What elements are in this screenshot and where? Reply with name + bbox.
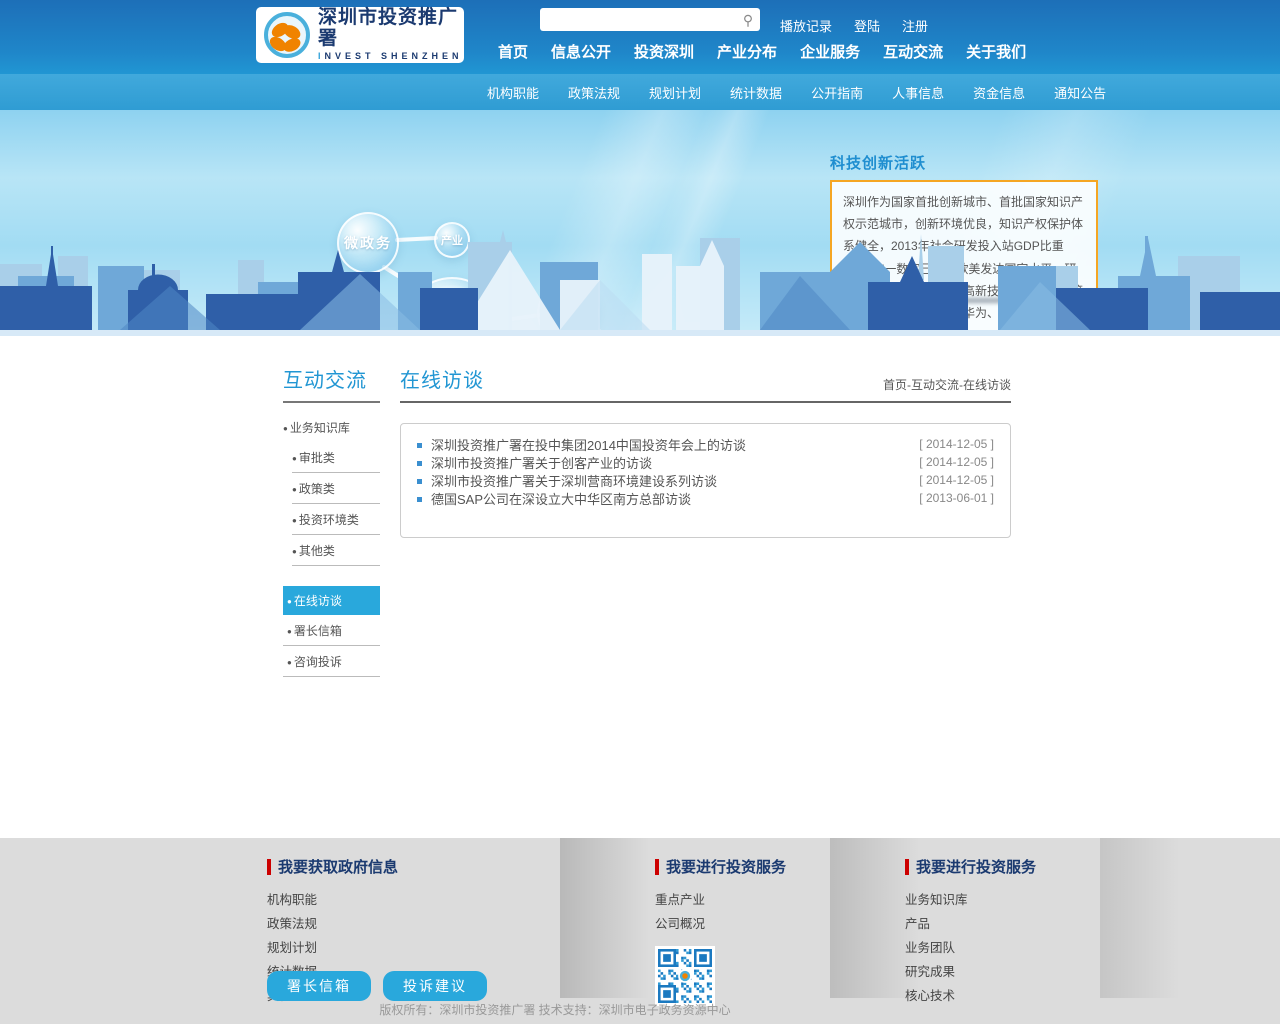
- logo-subtitle: INVEST SHENZHEN: [318, 52, 464, 62]
- content-area: 互动交流 ●业务知识库 ●审批类 ●政策类 ●投资环境类 ●其他类 ●在线访谈 …: [0, 336, 1280, 838]
- page-title: 在线访谈: [400, 364, 484, 393]
- hero-banner: 微政务 产业 创客 微教育 科技 ✈ 科技创新活跃 深圳作为国家首批创新城市、首…: [0, 110, 1280, 336]
- search-bar: ⚲: [540, 8, 760, 31]
- header: 深圳市投资推广署 INVEST SHENZHEN ⚲ 播放记录 登陆 注册 首页…: [0, 0, 1280, 74]
- login-link[interactable]: 登陆: [854, 16, 880, 35]
- nav-info-disclosure[interactable]: 信息公开: [551, 41, 611, 62]
- director-mailbox-button[interactable]: 署长信箱: [267, 971, 371, 1001]
- bullet-icon: [417, 479, 422, 484]
- footer-col-title: 我要获取政府信息: [278, 856, 398, 877]
- footer-link-products[interactable]: 产品: [905, 913, 1036, 932]
- footer-link-plans[interactable]: 规划计划: [267, 937, 398, 956]
- list-item: 深圳市投资推广署关于创客产业的访谈 [ 2014-12-05 ]: [417, 453, 994, 471]
- account-links: 播放记录 登陆 注册: [780, 16, 928, 35]
- feature-title: 科技创新活跃: [830, 152, 1098, 173]
- sidebar-item-consult-complaint[interactable]: ●咨询投诉: [283, 646, 380, 677]
- article-link[interactable]: 深圳市投资推广署关于深圳营商环境建设系列访谈: [417, 471, 717, 490]
- sidebar-item-approval[interactable]: ●审批类: [292, 442, 380, 473]
- subnav-functions[interactable]: 机构职能: [487, 83, 539, 102]
- play-history-link[interactable]: 播放记录: [780, 16, 832, 35]
- qr-code: [655, 946, 715, 1006]
- footer: 我要获取政府信息 机构职能 政策法规 规划计划 统计数据 其他 我要进行投资服务…: [0, 838, 1280, 1024]
- list-item: 深圳投资推广署在投中集团2014中国投资年会上的访谈 [ 2014-12-05 …: [417, 435, 994, 453]
- footer-col-invest-service-1: 我要进行投资服务 重点产业 公司概况: [655, 856, 786, 1006]
- red-bar-icon: [655, 859, 659, 875]
- article-list: 深圳投资推广署在投中集团2014中国投资年会上的访谈 [ 2014-12-05 …: [400, 423, 1011, 538]
- breadcrumb[interactable]: 首页-互动交流-在线访谈: [883, 376, 1011, 393]
- nav-home[interactable]: 首页: [498, 41, 528, 62]
- secondary-nav: 机构职能 政策法规 规划计划 统计数据 公开指南 人事信息 资金信息 通知公告: [0, 74, 1280, 110]
- footer-link-functions[interactable]: 机构职能: [267, 889, 398, 908]
- logo-title: 深圳市投资推广署: [318, 8, 464, 50]
- nav-invest-shenzhen[interactable]: 投资深圳: [634, 41, 694, 62]
- copyright: 版权所有：深圳市投资推广署 技术支持：深圳市电子政务资源中心: [0, 1001, 1110, 1018]
- nav-interaction[interactable]: 互动交流: [883, 41, 943, 62]
- site-logo[interactable]: 深圳市投资推广署 INVEST SHENZHEN: [256, 7, 464, 63]
- sidebar-title: 互动交流: [283, 364, 380, 403]
- sidebar-item-knowledge-base[interactable]: ●业务知识库: [283, 413, 380, 442]
- footer-col-title: 我要进行投资服务: [916, 856, 1036, 877]
- search-icon[interactable]: ⚲: [736, 8, 760, 31]
- main-nav: 首页 信息公开 投资深圳 产业分布 企业服务 互动交流 关于我们: [498, 41, 1026, 62]
- search-input[interactable]: [540, 8, 736, 31]
- article-link[interactable]: 德国SAP公司在深设立大中华区南方总部访谈: [417, 489, 691, 508]
- subnav-notices[interactable]: 通知公告: [1054, 83, 1106, 102]
- list-item: 德国SAP公司在深设立大中华区南方总部访谈 [ 2013-06-01 ]: [417, 489, 994, 507]
- main-panel: 在线访谈 首页-互动交流-在线访谈 深圳投资推广署在投中集团2014中国投资年会…: [400, 364, 1011, 538]
- sidebar-item-others[interactable]: ●其他类: [292, 535, 380, 566]
- subnav-personnel[interactable]: 人事信息: [892, 83, 944, 102]
- footer-col-invest-service-2: 我要进行投资服务 业务知识库 产品 业务团队 研究成果 核心技术: [905, 856, 1036, 1009]
- footer-buttons: 署长信箱 投诉建议: [267, 971, 487, 1001]
- complaint-suggestion-button[interactable]: 投诉建议: [383, 971, 487, 1001]
- nav-industry-distribution[interactable]: 产业分布: [717, 41, 777, 62]
- sidebar-item-investment-env[interactable]: ●投资环境类: [292, 504, 380, 535]
- article-date: [ 2014-12-05 ]: [919, 455, 994, 469]
- article-date: [ 2014-12-05 ]: [919, 473, 994, 487]
- subnav-disclosure-guide[interactable]: 公开指南: [811, 83, 863, 102]
- footer-link-company-profile[interactable]: 公司概况: [655, 913, 786, 932]
- register-link[interactable]: 注册: [902, 16, 928, 35]
- bullet-icon: [417, 497, 422, 502]
- sidebar-item-policy[interactable]: ●政策类: [292, 473, 380, 504]
- footer-link-business-team[interactable]: 业务团队: [905, 937, 1036, 956]
- subnav-statistics[interactable]: 统计数据: [730, 83, 782, 102]
- footer-link-knowledge-base[interactable]: 业务知识库: [905, 889, 1036, 908]
- footer-col-title: 我要进行投资服务: [666, 856, 786, 877]
- nav-about-us[interactable]: 关于我们: [966, 41, 1026, 62]
- list-item: 深圳市投资推广署关于深圳营商环境建设系列访谈 [ 2014-12-05 ]: [417, 471, 994, 489]
- article-link[interactable]: 深圳市投资推广署关于创客产业的访谈: [417, 453, 652, 472]
- invest-shenzhen-page: 深圳市投资推广署 INVEST SHENZHEN ⚲ 播放记录 登陆 注册 首页…: [0, 0, 1280, 1024]
- sidebar: 互动交流 ●业务知识库 ●审批类 ●政策类 ●投资环境类 ●其他类 ●在线访谈 …: [283, 364, 380, 677]
- subnav-plans[interactable]: 规划计划: [649, 83, 701, 102]
- article-link[interactable]: 深圳投资推广署在投中集团2014中国投资年会上的访谈: [417, 435, 746, 454]
- footer-link-key-industries[interactable]: 重点产业: [655, 889, 786, 908]
- invest-shenzhen-emblem-icon: [264, 12, 310, 58]
- bullet-icon: [417, 443, 422, 448]
- article-date: [ 2013-06-01 ]: [919, 491, 994, 505]
- city-skyline: [0, 230, 1280, 330]
- footer-link-policies[interactable]: 政策法规: [267, 913, 398, 932]
- sidebar-item-director-mailbox[interactable]: ●署长信箱: [283, 615, 380, 646]
- sidebar-item-online-interview-active[interactable]: ●在线访谈: [283, 586, 380, 615]
- red-bar-icon: [267, 859, 271, 875]
- nav-enterprise-services[interactable]: 企业服务: [800, 41, 860, 62]
- bullet-icon: [417, 461, 422, 466]
- subnav-funding[interactable]: 资金信息: [973, 83, 1025, 102]
- red-bar-icon: [905, 859, 909, 875]
- subnav-policies[interactable]: 政策法规: [568, 83, 620, 102]
- footer-link-research-results[interactable]: 研究成果: [905, 961, 1036, 980]
- article-date: [ 2014-12-05 ]: [919, 437, 994, 451]
